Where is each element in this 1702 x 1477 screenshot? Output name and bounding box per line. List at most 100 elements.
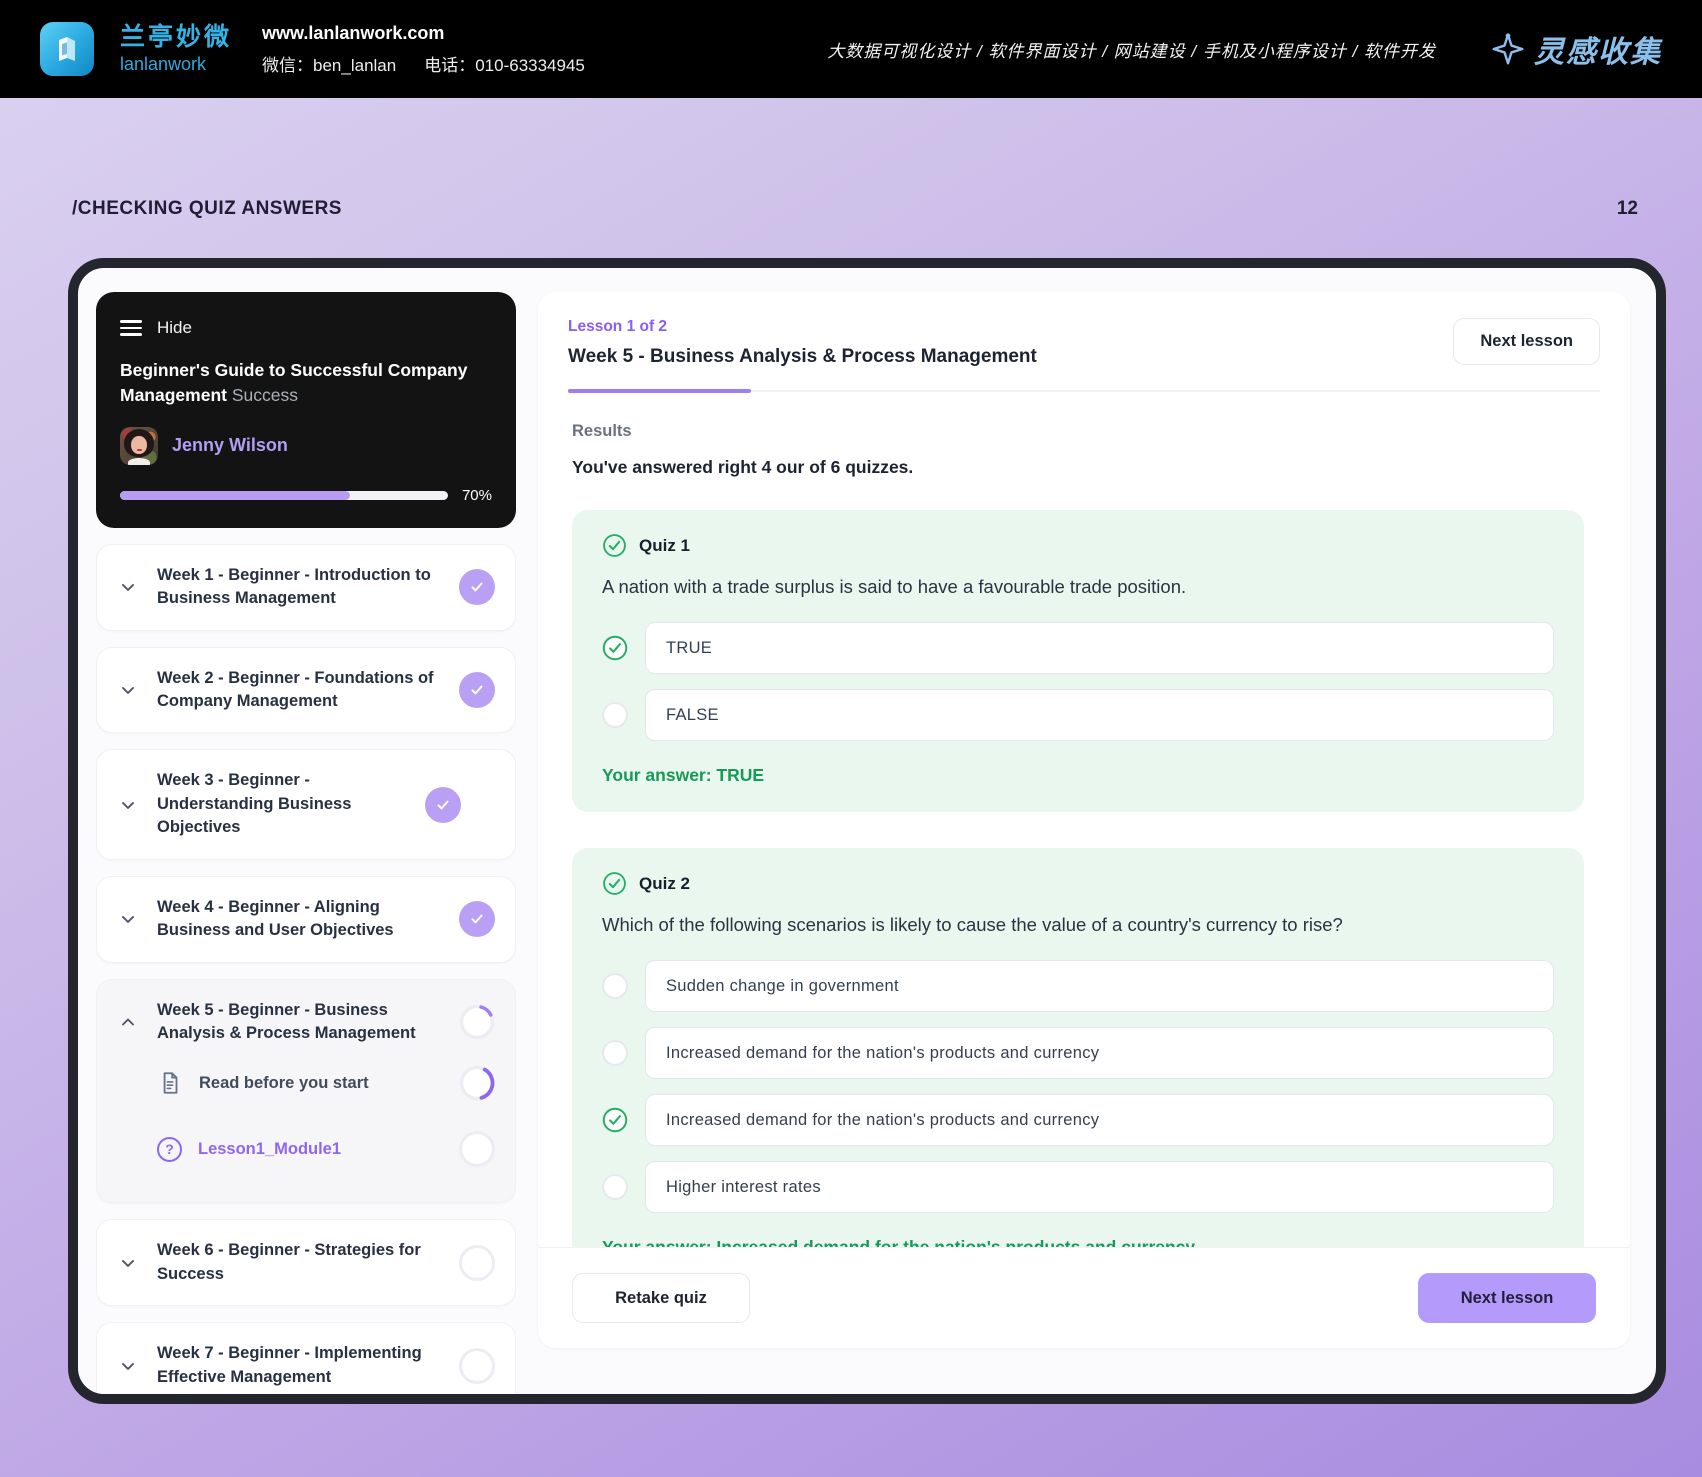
radio-checked-icon[interactable] [602, 1107, 628, 1133]
next-lesson-button-top[interactable]: Next lesson [1453, 318, 1600, 365]
lesson-title: Week 5 - Business Analysis & Process Man… [568, 346, 1037, 367]
quiz-name: Quiz 1 [639, 535, 691, 555]
brand-name-cn: 兰亭妙微 [120, 23, 233, 52]
hide-label[interactable]: Hide [157, 318, 192, 338]
brand-name-en: lanlanwork [120, 54, 207, 75]
instructor-row: Jenny Wilson [120, 426, 492, 465]
chevron-down-icon[interactable] [117, 794, 139, 816]
status-progress-icon [459, 1004, 495, 1040]
chevron-down-icon[interactable] [117, 1355, 139, 1377]
chevron-down-icon[interactable] [117, 1252, 139, 1274]
retake-quiz-button[interactable]: Retake quiz [572, 1273, 750, 1323]
main-area: Lesson 1 of 2 Week 5 - Business Analysis… [516, 268, 1656, 1394]
radio-unchecked-icon[interactable] [602, 702, 628, 728]
quiz-1-card: Quiz 1 A nation with a trade surplus is … [572, 510, 1584, 812]
option-box[interactable]: Increased demand for the nation's produc… [645, 1094, 1554, 1146]
radio-checked-icon[interactable] [602, 635, 628, 661]
progress-bar-track [120, 490, 448, 500]
chevron-up-icon[interactable] [117, 1011, 139, 1033]
quiz-question: A nation with a trade surplus is said to… [602, 576, 1187, 597]
quiz-option[interactable]: Sudden change in government [602, 960, 1554, 1012]
course-title-suffix: Success [231, 385, 298, 406]
week-label: Week 4 - Beginner - Aligning Business an… [157, 897, 394, 940]
quiz-results-content: Results You've answered right 4 our of 6… [538, 392, 1630, 1248]
page-title: /CHECKING QUIZ ANSWERS [72, 198, 342, 219]
hide-sidebar-button[interactable]: Hide [120, 318, 492, 338]
sidebar-item-lesson1-module1[interactable]: ? Lesson1_Module1 [157, 1121, 495, 1177]
option-box[interactable]: Higher interest rates [645, 1161, 1554, 1213]
course-title: Beginner's Guide to Successful Company M… [120, 360, 468, 406]
page-number: 12 [1616, 198, 1638, 219]
week-label: Week 6 - Beginner - Strategies for Succe… [157, 1241, 421, 1283]
progress-percent: 70% [461, 486, 492, 504]
week-label: Week 1 - Beginner - Introduction to Busi… [157, 565, 431, 608]
status-empty-icon [459, 1131, 495, 1168]
sidebar-item-week-2[interactable]: Week 2 - Beginner - Foundations of Compa… [96, 646, 516, 734]
option-box[interactable]: FALSE [645, 689, 1554, 741]
your-answer-text: Your answer: Increased demand for the na… [602, 1237, 1196, 1248]
contact-block: www.lanlanwork.com 微信：ben_lanlan 电话：010-… [262, 23, 585, 76]
status-complete-icon [459, 672, 495, 709]
avatar [120, 426, 158, 465]
option-box[interactable]: Sudden change in government [645, 960, 1554, 1012]
option-box[interactable]: Increased demand for the nation's produc… [645, 1027, 1554, 1079]
sub-item-label: Lesson1_Module1 [198, 1139, 342, 1158]
your-answer-text: Your answer: TRUE [602, 765, 765, 785]
collect-label: 灵感收集 [1534, 36, 1662, 69]
sidebar-item-week-6[interactable]: Week 6 - Beginner - Strategies for Succe… [96, 1219, 516, 1307]
results-label: Results [572, 422, 632, 440]
sidebar-item-week-7[interactable]: Week 7 - Beginner - Implementing Effecti… [96, 1322, 516, 1394]
week-list: Week 1 - Beginner - Introduction to Busi… [96, 543, 516, 1394]
sparkle-icon [1492, 33, 1524, 65]
radio-unchecked-icon[interactable] [602, 973, 628, 999]
hamburger-icon[interactable] [120, 320, 142, 336]
week-label: Week 5 - Beginner - Business Analysis & … [157, 1000, 416, 1042]
course-sidebar: Hide Beginner's Guide to Successful Comp… [78, 268, 516, 1394]
quiz-option[interactable]: TRUE [602, 622, 1554, 674]
results-summary: You've answered right 4 our of 6 quizzes… [572, 457, 914, 477]
radio-unchecked-icon[interactable] [602, 1174, 628, 1200]
quiz-option[interactable]: Increased demand for the nation's produc… [602, 1027, 1554, 1079]
course-progress: 70% [120, 487, 492, 504]
status-complete-icon [459, 901, 495, 938]
radio-unchecked-icon[interactable] [602, 1040, 628, 1066]
status-complete-icon [425, 786, 461, 823]
quiz-question: Which of the following scenarios is like… [602, 914, 1343, 935]
status-empty-icon [459, 1347, 495, 1384]
sidebar-item-week-3[interactable]: Week 3 - Beginner - Understanding Busine… [96, 749, 516, 860]
document-icon [163, 1072, 178, 1095]
status-complete-icon [459, 569, 495, 606]
app-window: Hide Beginner's Guide to Successful Comp… [68, 258, 1666, 1404]
option-label: TRUE [666, 638, 713, 657]
option-label: Sudden change in government [666, 976, 899, 995]
website-url: www.lanlanwork.com [262, 22, 445, 43]
quiz-option[interactable]: Increased demand for the nation's produc… [602, 1094, 1554, 1146]
top-banner: 兰亭妙微 lanlanwork www.lanlanwork.com 微信：be… [0, 0, 1702, 98]
next-lesson-button-bottom[interactable]: Next lesson [1418, 1273, 1596, 1323]
sidebar-item-week-1[interactable]: Week 1 - Beginner - Introduction to Busi… [96, 543, 516, 631]
sidebar-item-week-4[interactable]: Week 4 - Beginner - Aligning Business an… [96, 875, 516, 963]
question-circle-icon: ? [157, 1136, 182, 1162]
quiz-footer: Retake quiz Next lesson [538, 1248, 1630, 1348]
lanlanwork-logo-icon [40, 22, 94, 76]
chevron-down-icon[interactable] [117, 908, 139, 930]
instructor-name: Jenny Wilson [172, 435, 288, 456]
quiz-option[interactable]: Higher interest rates [602, 1161, 1554, 1213]
week-label: Week 2 - Beginner - Foundations of Compa… [157, 668, 434, 711]
status-empty-icon [459, 1244, 495, 1281]
status-progress-icon [459, 1065, 495, 1101]
sub-item-label: Read before you start [199, 1073, 369, 1092]
chevron-down-icon[interactable] [117, 576, 139, 598]
wechat-id: 微信：ben_lanlan [262, 55, 397, 75]
sidebar-item-week-5[interactable]: Week 5 - Beginner - Business Analysis & … [96, 978, 516, 1204]
week-label: Week 7 - Beginner - Implementing Effecti… [157, 1344, 422, 1386]
option-label: Increased demand for the nation's produc… [666, 1110, 1100, 1129]
collect-block: 灵感收集 [1490, 27, 1662, 71]
quiz-option[interactable]: FALSE [602, 689, 1554, 741]
option-box[interactable]: TRUE [645, 622, 1554, 674]
sidebar-item-read-before-start[interactable]: Read before you start [157, 1055, 495, 1111]
lesson-counter: Lesson 1 of 2 [568, 318, 668, 335]
quiz-2-card: Quiz 2 Which of the following scenarios … [572, 848, 1584, 1248]
chevron-down-icon[interactable] [117, 679, 139, 701]
week-label: Week 3 - Beginner - Understanding Busine… [157, 771, 352, 837]
